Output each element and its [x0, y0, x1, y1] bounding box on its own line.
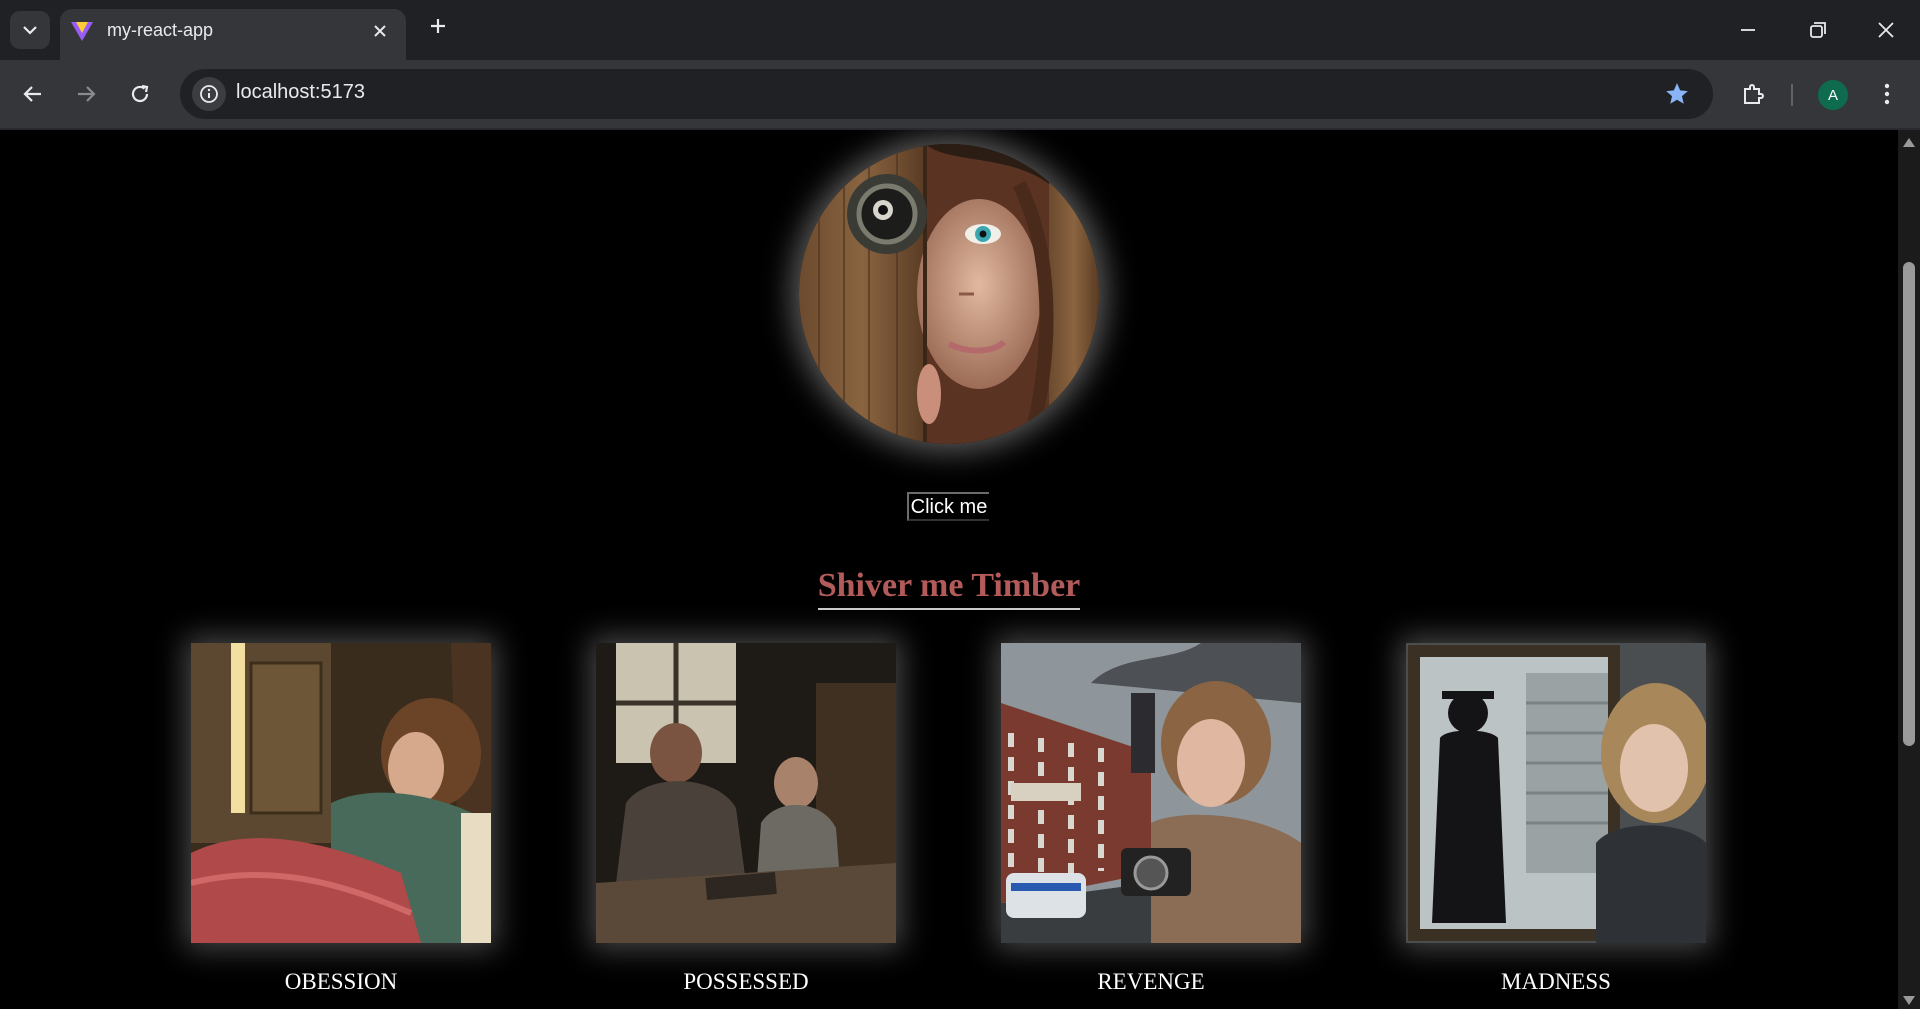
- restore-icon[interactable]: [1790, 8, 1846, 52]
- hero-image: [799, 144, 1099, 444]
- minimize-icon[interactable]: [1720, 8, 1776, 52]
- page-title-text: Shiver me Timber: [817, 567, 1081, 610]
- active-tab[interactable]: my-react-app: [60, 9, 406, 60]
- bookmark-star-icon[interactable]: [1663, 80, 1691, 108]
- browser-toolbar: localhost:5173 A: [0, 60, 1920, 130]
- tab-list-icon: [22, 25, 38, 35]
- scroll-up-icon[interactable]: [1903, 138, 1915, 147]
- url-text[interactable]: localhost:5173: [236, 81, 365, 104]
- story-card-possessed[interactable]: POSSESSED: [596, 643, 896, 995]
- click-me-button[interactable]: Click me: [907, 492, 989, 521]
- story-image-possessed[interactable]: [596, 643, 896, 943]
- story-caption: OBESSION: [284, 969, 398, 994]
- scroll-down-icon[interactable]: [1903, 996, 1915, 1005]
- tab-list-button[interactable]: [10, 11, 50, 49]
- close-window-icon[interactable]: [1858, 8, 1914, 52]
- page-viewport: Click me Shiver me Timber OBESSION POSSE…: [0, 130, 1898, 1009]
- story-caption: REVENGE: [1097, 969, 1205, 994]
- tab-strip: my-react-app: [0, 0, 1920, 60]
- story-caption: MADNESS: [1501, 969, 1611, 994]
- address-bar[interactable]: localhost:5173: [180, 69, 1713, 119]
- forward-icon[interactable]: [67, 75, 105, 113]
- toolbar-separator: [1791, 84, 1793, 106]
- story-card-revenge[interactable]: REVENGE: [1001, 643, 1301, 995]
- more-menu-icon[interactable]: [1868, 75, 1906, 113]
- story-image-revenge[interactable]: [1001, 643, 1301, 943]
- close-tab-icon[interactable]: [368, 19, 392, 43]
- story-image-obsession[interactable]: [191, 643, 491, 943]
- new-tab-icon[interactable]: [424, 12, 452, 40]
- back-icon[interactable]: [14, 75, 52, 113]
- scrollbar-thumb[interactable]: [1903, 262, 1915, 746]
- story-image-madness[interactable]: [1406, 643, 1706, 943]
- reload-icon[interactable]: [121, 75, 159, 113]
- tab-title: my-react-app: [107, 20, 214, 40]
- story-card-obsession[interactable]: OBESSION: [191, 643, 491, 995]
- story-caption: POSSESSED: [683, 969, 809, 994]
- page-title: Shiver me Timber: [0, 567, 1898, 610]
- extensions-icon[interactable]: [1734, 75, 1772, 113]
- story-card-madness[interactable]: MADNESS: [1406, 643, 1706, 995]
- site-info-icon[interactable]: [192, 77, 226, 111]
- profile-avatar[interactable]: A: [1818, 80, 1848, 110]
- page-scrollbar[interactable]: [1898, 130, 1920, 1009]
- vite-favicon-icon: [70, 19, 94, 43]
